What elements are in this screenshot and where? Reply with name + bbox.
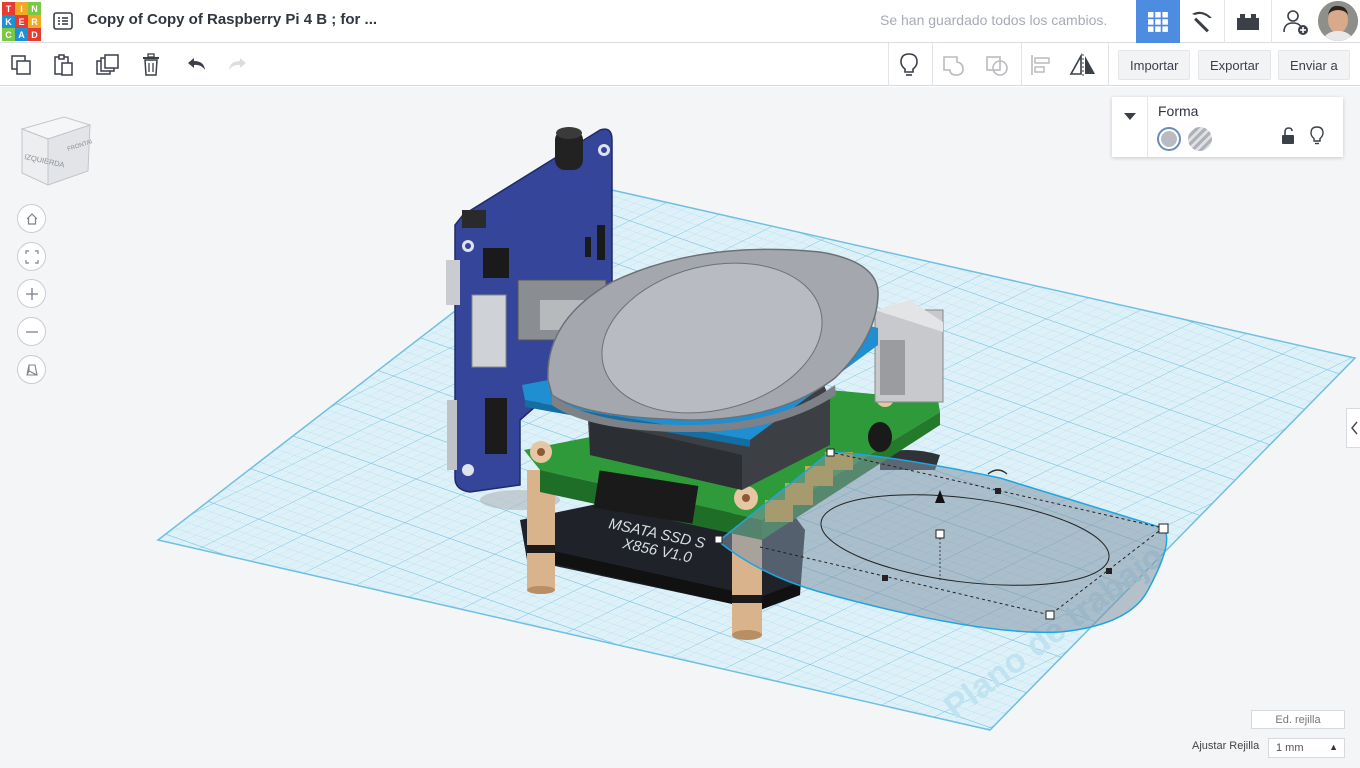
- export-button[interactable]: Exportar: [1198, 50, 1272, 80]
- logo-letter: K: [2, 15, 15, 28]
- home-view-button[interactable]: [17, 204, 46, 233]
- add-user-icon: [1283, 9, 1308, 35]
- undo-icon: [188, 58, 205, 70]
- lock-button[interactable]: [1280, 127, 1298, 147]
- user-avatar[interactable]: [1318, 1, 1358, 41]
- tinkercad-logo[interactable]: T I N K E R C A D: [2, 2, 41, 41]
- ungroup-icon: [986, 56, 1008, 76]
- hide-shape-button[interactable]: [1309, 126, 1327, 148]
- solid-color-swatch[interactable]: [1157, 127, 1181, 151]
- 3d-design-mode-button[interactable]: [1136, 0, 1180, 43]
- logo-letter: E: [15, 15, 28, 28]
- snap-grid-label: Ajustar Rejilla: [1192, 740, 1260, 752]
- undo-button[interactable]: [181, 50, 211, 80]
- fit-view-icon: [24, 249, 39, 264]
- minecraft-mode-button[interactable]: [1180, 0, 1224, 43]
- workplane-canvas[interactable]: Plano de trabajo MSA: [0, 87, 1360, 768]
- collapse-panel-button[interactable]: [1112, 97, 1148, 157]
- redo-icon: [229, 58, 246, 70]
- import-button[interactable]: Importar: [1118, 50, 1191, 80]
- delete-button[interactable]: [136, 50, 166, 80]
- lego-mode-button[interactable]: [1226, 0, 1270, 43]
- unlock-icon: [1282, 127, 1294, 144]
- snap-grid-select[interactable]: 1 mm ▲: [1268, 738, 1345, 758]
- top-header: T I N K E R C A D Copy of Copy of Raspbe…: [0, 0, 1360, 43]
- notes-toggle-button[interactable]: [894, 50, 924, 80]
- align-icon: [1031, 55, 1050, 75]
- logo-letter: R: [28, 15, 41, 28]
- logo-letter: I: [15, 2, 28, 15]
- home-icon: [26, 212, 37, 225]
- grid-3d-icon: [1148, 11, 1168, 32]
- design-list-icon[interactable]: [52, 10, 74, 32]
- mirror-button[interactable]: [1068, 50, 1098, 80]
- send-to-button[interactable]: Enviar a: [1278, 50, 1350, 80]
- edit-grid-button[interactable]: Ed. rejilla: [1251, 710, 1345, 729]
- panel-title: Forma: [1158, 103, 1199, 119]
- expand-side-panel-button[interactable]: [1346, 408, 1360, 448]
- zoom-in-button[interactable]: [17, 279, 46, 308]
- perspective-icon: [25, 363, 38, 376]
- redo-button[interactable]: [223, 50, 253, 80]
- 3d-scene[interactable]: Plano de trabajo MSA: [0, 87, 1360, 768]
- logo-letter: D: [28, 28, 41, 41]
- delete-icon: [143, 53, 159, 76]
- lightbulb-icon: [900, 53, 918, 76]
- zoom-in-icon: [25, 287, 38, 300]
- logo-letter: T: [2, 2, 15, 15]
- paste-button[interactable]: [48, 50, 78, 80]
- shape-inspector-panel: Forma: [1112, 97, 1343, 157]
- ungroup-button[interactable]: [982, 50, 1012, 80]
- duplicate-button[interactable]: [93, 50, 123, 80]
- caret-icon: ▲: [1329, 742, 1338, 752]
- copy-icon: [11, 55, 31, 75]
- save-status: Se han guardado todos los cambios.: [880, 12, 1108, 28]
- hole-swatch[interactable]: [1188, 127, 1212, 151]
- chevron-left-icon: [1350, 421, 1358, 435]
- bricks-icon: [1237, 13, 1259, 30]
- add-user-button[interactable]: [1273, 0, 1317, 43]
- zoom-out-button[interactable]: [17, 317, 46, 346]
- group-button[interactable]: [939, 50, 969, 80]
- align-button[interactable]: [1026, 50, 1056, 80]
- pickaxe-icon: [1192, 11, 1212, 32]
- logo-letter: C: [2, 28, 15, 41]
- mirror-icon: [1069, 53, 1095, 76]
- edit-toolbar: Importar Exportar Enviar a: [0, 43, 1360, 86]
- perspective-toggle-button[interactable]: [17, 355, 46, 384]
- fit-view-button[interactable]: [17, 242, 46, 271]
- document-title[interactable]: Copy of Copy of Raspberry Pi 4 B ; for .…: [87, 11, 377, 28]
- group-icon: [943, 56, 964, 76]
- paste-icon: [54, 54, 73, 76]
- zoom-out-icon: [25, 330, 38, 333]
- lightbulb-icon: [1310, 126, 1324, 145]
- logo-letter: N: [28, 2, 41, 15]
- chevron-down-icon: [1123, 113, 1136, 120]
- logo-letter: A: [15, 28, 28, 41]
- duplicate-icon: [96, 54, 119, 75]
- snap-grid-value: 1 mm: [1276, 742, 1304, 754]
- copy-button[interactable]: [6, 50, 36, 80]
- view-cube[interactable]: IZQUIERDA FRONTAL: [18, 113, 92, 187]
